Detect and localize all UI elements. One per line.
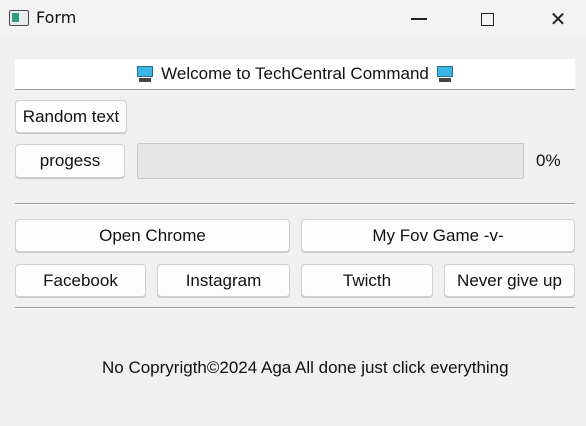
random-text-button[interactable]: Random text bbox=[15, 100, 127, 133]
minimize-button[interactable] bbox=[390, 0, 448, 38]
twitch-button[interactable]: Twicth bbox=[301, 264, 433, 297]
close-button[interactable]: ✕ bbox=[529, 0, 586, 38]
progress-bar bbox=[137, 143, 524, 179]
computer-icon bbox=[137, 65, 154, 83]
instagram-button[interactable]: Instagram bbox=[157, 264, 290, 297]
footer-text: No Copryrigth©2024 Aga All done just cli… bbox=[102, 358, 509, 377]
separator bbox=[15, 203, 575, 205]
maximize-button[interactable] bbox=[458, 0, 516, 38]
progress-percent: 0% bbox=[536, 151, 561, 170]
computer-icon bbox=[436, 65, 453, 83]
separator bbox=[15, 307, 575, 309]
form-window-icon bbox=[9, 10, 29, 26]
title-bar[interactable]: Form ✕ bbox=[0, 0, 586, 38]
my-fov-game-button[interactable]: My Fov Game -v- bbox=[301, 219, 575, 252]
minimize-icon bbox=[411, 18, 427, 20]
maximize-icon bbox=[480, 12, 494, 26]
never-give-up-button[interactable]: Never give up bbox=[444, 264, 575, 297]
facebook-button[interactable]: Facebook bbox=[15, 264, 146, 297]
open-chrome-button[interactable]: Open Chrome bbox=[15, 219, 290, 252]
welcome-text: Welcome to TechCentral Command bbox=[161, 64, 429, 83]
progress-button[interactable]: progess bbox=[15, 144, 125, 178]
window-title: Form bbox=[36, 8, 77, 27]
welcome-label: Welcome to TechCentral Command bbox=[15, 59, 575, 90]
close-icon: ✕ bbox=[549, 7, 567, 31]
